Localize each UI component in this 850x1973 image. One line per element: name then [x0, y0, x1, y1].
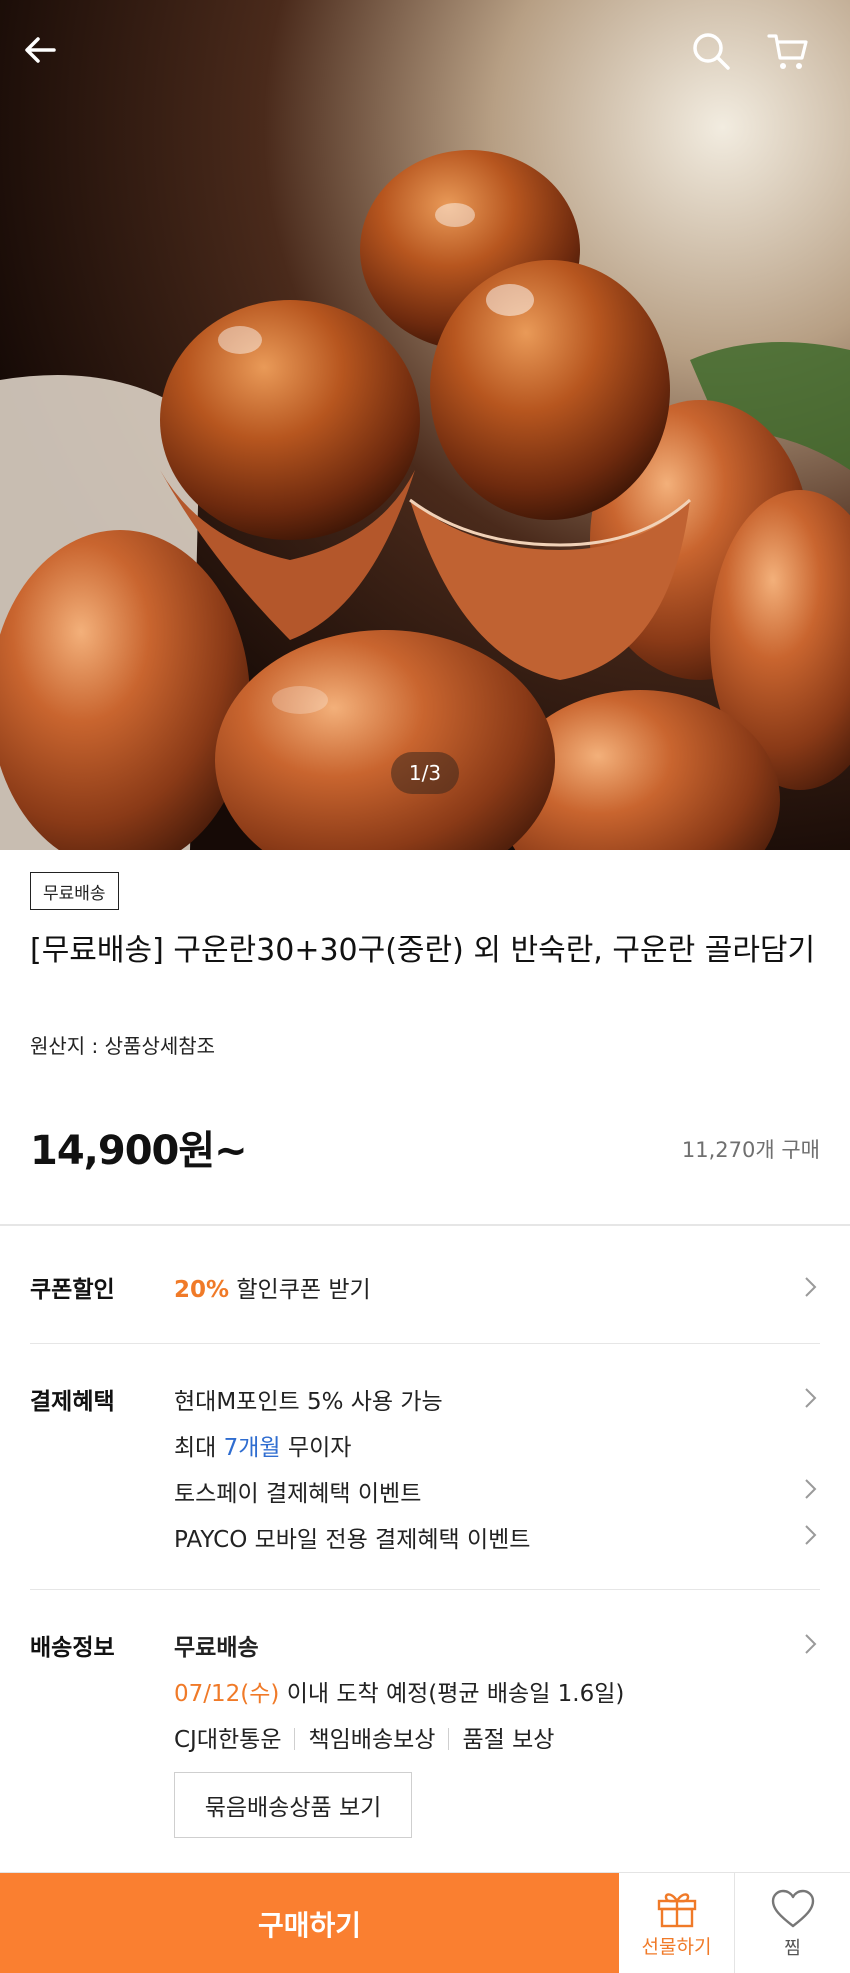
search-button[interactable]	[690, 30, 746, 86]
coupon-row[interactable]: 20% 할인쿠폰 받기	[174, 1270, 371, 1304]
shipping-eta: 07/12(수) 이내 도착 예정(평균 배송일 1.6일)	[174, 1674, 624, 1708]
wishlist-button[interactable]: 찜	[735, 1873, 850, 1973]
shipping-soldout-comp: 품절 보상	[462, 1727, 555, 1753]
shipping-label: 배송정보	[30, 1635, 115, 1661]
payment-installment: 최대 7개월 무이자	[174, 1428, 351, 1462]
coupon-text: 할인쿠폰 받기	[229, 1277, 371, 1303]
chevron-right-icon[interactable]	[800, 1386, 820, 1410]
chevron-right-icon[interactable]	[800, 1477, 820, 1501]
separator	[294, 1728, 296, 1750]
payment-hyundai-point[interactable]: 현대M포인트 5% 사용 가능	[174, 1382, 443, 1416]
payment-tosspay-event[interactable]: 토스페이 결제혜택 이벤트	[174, 1474, 421, 1508]
shipping-guarantee: 책임배송보상	[308, 1727, 436, 1753]
eggs-photo	[0, 0, 850, 850]
shipping-date: 07/12(수)	[174, 1681, 280, 1707]
shipping-eta-text: 이내 도착 예정(평균 배송일 1.6일)	[279, 1681, 625, 1707]
chevron-right-icon[interactable]	[800, 1523, 820, 1547]
cart-button[interactable]	[766, 30, 822, 86]
back-button[interactable]	[20, 30, 76, 86]
chevron-right-icon[interactable]	[800, 1275, 820, 1299]
chevron-right-icon[interactable]	[800, 1632, 820, 1656]
product-origin: 원산지 : 상품상세참조	[30, 1034, 216, 1058]
installment-prefix: 최대	[174, 1435, 224, 1461]
bundle-shipping-button[interactable]: 묶음배송상품 보기	[174, 1772, 412, 1838]
back-arrow-icon	[25, 37, 56, 63]
product-price: 14,900원~	[30, 1128, 248, 1174]
heart-icon	[771, 1889, 814, 1927]
shipping-carrier: CJ대한통운	[174, 1727, 282, 1753]
coupon-label: 쿠폰할인	[30, 1277, 115, 1303]
cart-icon	[767, 34, 808, 69]
gift-icon	[657, 1893, 696, 1928]
separator	[448, 1728, 450, 1750]
payment-label: 결제혜택	[30, 1389, 115, 1415]
gift-label: 선물하기	[641, 1936, 712, 1958]
purchase-count: 11,270개 구매	[681, 1138, 820, 1162]
product-title: [무료배송] 구운란30+30구(중란) 외 반숙란, 구운란 골라담기	[30, 933, 816, 968]
installment-suffix: 무이자	[280, 1435, 352, 1461]
bottom-action-bar: 구매하기 선물하기 찜	[0, 1872, 850, 1973]
shipping-details: CJ대한통운 책임배송보상 품절 보상	[174, 1720, 554, 1754]
free-shipping-badge: 무료배송	[30, 872, 119, 910]
gift-button[interactable]: 선물하기	[619, 1873, 735, 1973]
wishlist-label: 찜	[784, 1937, 801, 1959]
search-icon	[693, 33, 730, 70]
product-image[interactable]: 1/3	[0, 0, 850, 850]
buy-button[interactable]: 구매하기	[0, 1873, 619, 1973]
shipping-title[interactable]: 무료배송	[174, 1628, 259, 1662]
row-divider	[30, 1343, 820, 1344]
row-divider	[30, 1589, 820, 1590]
coupon-percent: 20%	[174, 1277, 230, 1303]
image-page-indicator: 1/3	[391, 752, 459, 794]
installment-months: 7개월	[223, 1435, 281, 1461]
section-divider	[0, 1224, 850, 1226]
payment-payco-event[interactable]: PAYCO 모바일 전용 결제혜택 이벤트	[174, 1520, 530, 1554]
